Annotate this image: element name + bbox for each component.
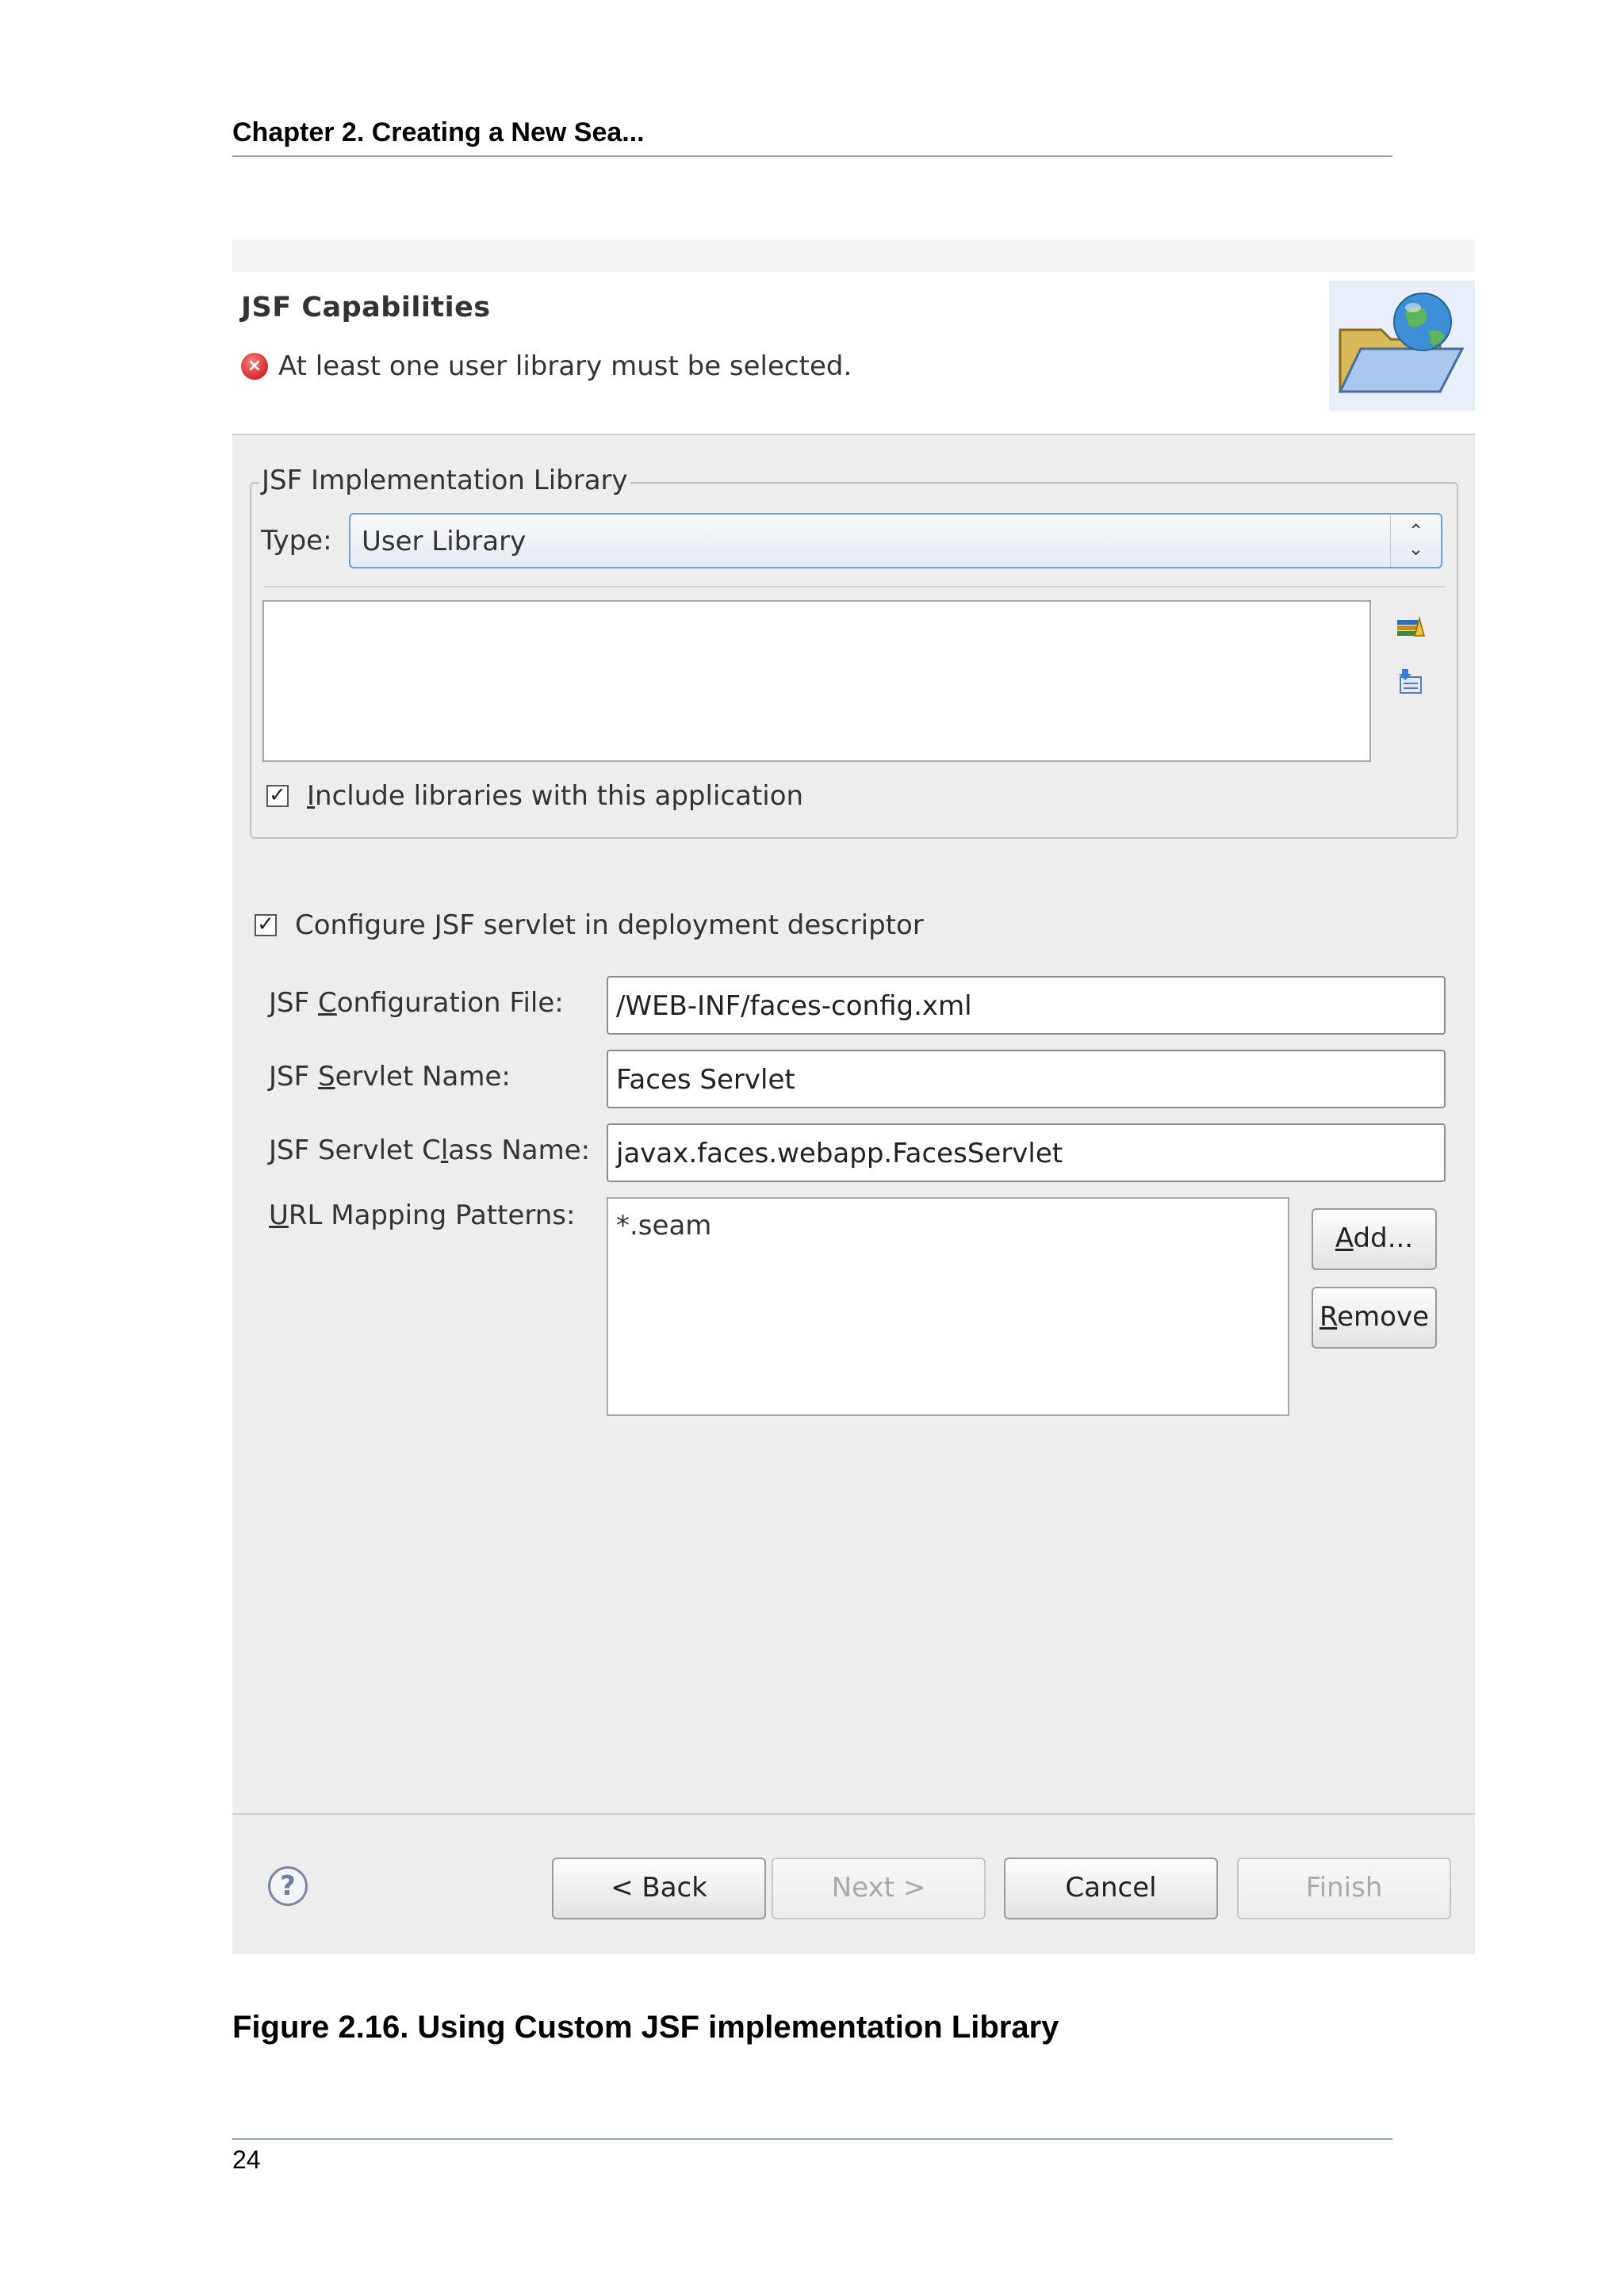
manage-libraries-icon[interactable] — [1396, 614, 1427, 641]
chevron-updown-icon: ⌃ ⌄ — [1390, 515, 1441, 567]
config-file-value: /WEB-INF/faces-config.xml — [616, 990, 972, 1022]
type-select[interactable]: User Library ⌃ ⌄ — [349, 513, 1442, 568]
download-library-icon[interactable] — [1396, 668, 1427, 695]
cancel-button[interactable]: Cancel — [1004, 1858, 1218, 1919]
servlet-class-field[interactable]: javax.faces.webapp.FacesServlet — [607, 1123, 1446, 1182]
config-file-field[interactable]: /WEB-INF/faces-config.xml — [607, 976, 1446, 1035]
group-separator — [264, 586, 1446, 587]
error-icon: × — [241, 353, 268, 380]
header-rule — [232, 155, 1392, 157]
next-button[interactable]: Next > — [772, 1858, 986, 1919]
footer-rule — [232, 2138, 1392, 2140]
servlet-name-value: Faces Servlet — [616, 1064, 795, 1096]
type-select-value: User Library — [362, 526, 527, 557]
footer-separator — [232, 1813, 1475, 1815]
servlet-name-label: JSF Servlet Name: — [269, 1061, 511, 1093]
page-number: 24 — [232, 2145, 261, 2174]
dialog-banner: JSF Capabilities × At least one user lib… — [232, 239, 1475, 435]
type-label: Type: — [261, 525, 332, 557]
url-patterns-label: URL Mapping Patterns: — [269, 1200, 576, 1231]
group-legend: JSF Implementation Library — [259, 465, 630, 496]
finish-button[interactable]: Finish — [1237, 1858, 1451, 1919]
page-title: JSF Capabilities — [241, 292, 491, 323]
servlet-class-value: javax.faces.webapp.FacesServlet — [616, 1138, 1063, 1169]
folder-globe-icon — [1329, 281, 1475, 411]
configure-servlet-label: Configure JSF servlet in deployment desc… — [295, 909, 924, 941]
include-libraries-checkbox[interactable]: ✓ — [266, 785, 289, 807]
chapter-header: Chapter 2. Creating a New Sea... — [232, 117, 645, 147]
url-patterns-list[interactable]: *.seam — [607, 1197, 1289, 1416]
servlet-name-field[interactable]: Faces Servlet — [607, 1050, 1446, 1108]
list-item[interactable]: *.seam — [616, 1210, 711, 1242]
help-icon[interactable]: ? — [268, 1866, 308, 1906]
jsf-capabilities-dialog: JSF Capabilities × At least one user lib… — [232, 239, 1475, 1954]
user-library-list[interactable] — [262, 600, 1371, 762]
add-button[interactable]: Add... — [1312, 1208, 1437, 1270]
error-message: At least one user library must be select… — [278, 350, 852, 382]
include-libraries-label: Include libraries with this application — [307, 780, 804, 812]
remove-button[interactable]: Remove — [1312, 1287, 1437, 1349]
figure-caption: Figure 2.16. Using Custom JSF implementa… — [232, 2010, 1059, 2045]
config-file-label: JSF Configuration File: — [269, 987, 564, 1019]
servlet-class-label: JSF Servlet Class Name: — [269, 1135, 591, 1166]
configure-servlet-checkbox[interactable]: ✓ — [255, 914, 277, 936]
back-button[interactable]: < Back — [552, 1858, 766, 1919]
